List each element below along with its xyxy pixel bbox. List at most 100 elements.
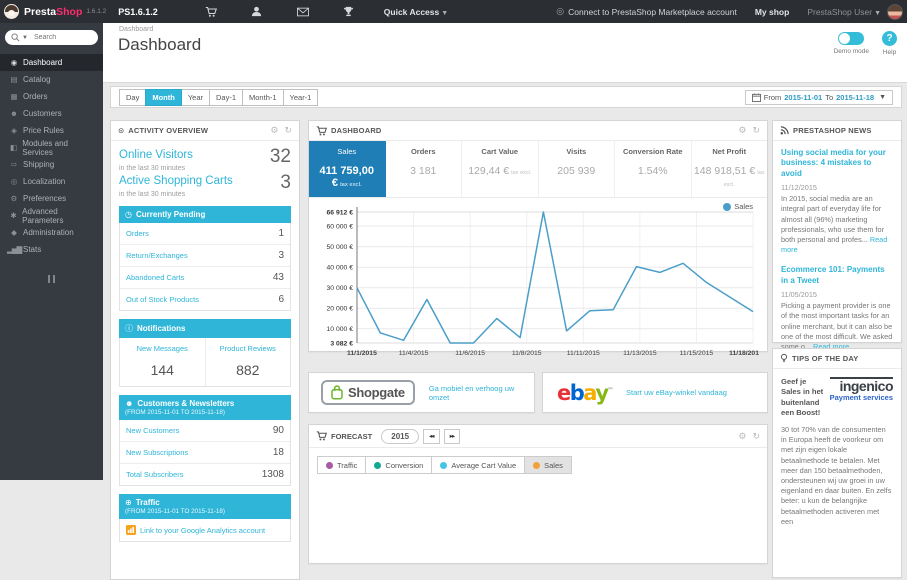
ebay-link[interactable]: Start uw eBay-winkel vandaag <box>626 388 727 397</box>
total-subscribers-link[interactable]: Total Subscribers <box>126 470 184 479</box>
search-scope-caret-icon[interactable]: ▼ <box>22 35 28 41</box>
shopgate-ad[interactable]: Shopgate Ga mobiel en verhoog uw omzet <box>308 372 535 413</box>
sidebar-item-preferences[interactable]: ⚙ Preferences <box>0 190 103 207</box>
quick-access-menu[interactable]: Quick Access ▼ <box>384 7 448 17</box>
marketplace-link[interactable]: ◎ Connect to PrestaShop Marketplace accou… <box>556 6 737 17</box>
sidebar-item-stats[interactable]: ▂▅▇ Stats <box>0 241 103 258</box>
date-button-day[interactable]: Day <box>119 88 147 106</box>
product-reviews-cell[interactable]: Product Reviews 882 <box>206 338 291 386</box>
news-panel-title: PRESTASHOP NEWS <box>793 126 872 135</box>
globe-icon: ⊕ <box>125 498 132 507</box>
toggle-icon[interactable] <box>838 32 865 45</box>
tips-body-text: 30 tot 70% van de consumenten in Europa … <box>781 425 892 526</box>
shopgate-link[interactable]: Ga mobiel en verhoog uw omzet <box>429 384 534 402</box>
date-range-picker[interactable]: From 2015-11-01 To 2015-11-18 ▼ <box>744 89 893 105</box>
sidebar-item-modules[interactable]: ◧ Modules and Services <box>0 139 103 157</box>
sidebar-search[interactable]: ▼ <box>5 30 98 45</box>
legend-button-conversion[interactable]: Conversion <box>365 456 433 474</box>
google-analytics-link[interactable]: Link to your Google Analytics account <box>140 526 265 535</box>
page-title: Dashboard <box>118 35 202 54</box>
kpi-tab-conversion-rate[interactable]: Conversion Rate 1.54% <box>615 141 692 197</box>
forecast-next-button[interactable]: ▸▸ <box>443 428 461 444</box>
activity-overview-panel: ⊙ ACTIVITY OVERVIEW ⚙ ↻ Online Visitors 3… <box>110 120 300 580</box>
tips-panel-title: TIPS OF THE DAY <box>792 354 859 363</box>
messages-icon[interactable] <box>280 6 326 17</box>
returns-link[interactable]: Return/Exchanges <box>126 251 188 260</box>
sidebar-item-catalog[interactable]: ▤ Catalog <box>0 71 103 88</box>
svg-text:30 000 €: 30 000 € <box>327 285 354 292</box>
ebay-logo: ebay™ <box>557 380 613 405</box>
news-article-title[interactable]: Using social media for your business: 4 … <box>781 148 893 179</box>
chart-legend[interactable]: Sales <box>723 202 753 211</box>
topbar-right: ◎ Connect to PrestaShop Marketplace accou… <box>556 3 907 20</box>
date-button-year-1[interactable]: Year-1 <box>282 88 319 106</box>
currently-pending-header: ◷ Currently Pending <box>119 206 291 223</box>
brand-presta: Presta <box>24 5 57 18</box>
page-header: Dashboard Dashboard Demo mode ? Help <box>103 23 907 83</box>
orders-link[interactable]: Orders <box>126 229 149 238</box>
sidebar-item-orders[interactable]: ▦ Orders <box>0 88 103 105</box>
new-customers-link[interactable]: New Customers <box>126 426 179 435</box>
refresh-icon[interactable]: ↻ <box>752 125 760 136</box>
kpi-tab-cart-value[interactable]: Cart Value 129,44 € tax excl. <box>462 141 539 197</box>
date-button-month[interactable]: Month <box>145 88 182 106</box>
forecast-prev-button[interactable]: ◂◂ <box>423 428 440 444</box>
new-messages-cell[interactable]: New Messages 144 <box>120 338 206 386</box>
avatar[interactable] <box>887 3 903 20</box>
customers-row: New Customers 90 <box>120 420 290 442</box>
out-of-stock-link[interactable]: Out of Stock Products <box>126 295 199 304</box>
user-menu[interactable]: PrestaShop User ▼ <box>807 7 881 17</box>
modules-icon: ◧ <box>10 143 17 152</box>
sidebar-item-customers[interactable]: ☻ Customers <box>0 105 103 122</box>
svg-text:50 000 €: 50 000 € <box>327 244 354 251</box>
gear-icon[interactable]: ⚙ <box>738 125 746 136</box>
search-input[interactable] <box>31 33 86 42</box>
sidebar-item-price-rules[interactable]: ◈ Price Rules <box>0 122 103 139</box>
news-article-title[interactable]: Ecommerce 101: Payments in a Tweet <box>781 265 893 286</box>
sidebar: ▼ ◉Dashboard ▤Catalog ▦Orders ☻Customers… <box>0 23 103 480</box>
my-shop-link[interactable]: My shop <box>755 7 789 17</box>
chevron-down-icon: ▼ <box>441 9 449 17</box>
sidebar-item-advanced-parameters[interactable]: ✱ Advanced Parameters <box>0 207 103 225</box>
new-subscriptions-link[interactable]: New Subscriptions <box>126 448 188 457</box>
kpi-tab-orders[interactable]: Orders 3 181 <box>386 141 462 197</box>
legend-button-sales[interactable]: Sales <box>524 456 572 474</box>
trophy-icon[interactable] <box>326 6 372 17</box>
sidebar-item-localization[interactable]: ◎ Localization <box>0 173 103 190</box>
legend-button-average-cart-value[interactable]: Average Cart Value <box>431 456 526 474</box>
customer-icon[interactable] <box>234 6 280 17</box>
online-visitors-link[interactable]: Online Visitors <box>119 149 193 161</box>
gear-icon[interactable]: ⚙ <box>270 125 278 136</box>
catalog-icon: ▤ <box>10 75 17 84</box>
date-button-year[interactable]: Year <box>180 88 210 106</box>
prestashop-logo[interactable]: Presta Shop 1.6.1.2 PS1.6.1.2 <box>4 4 158 19</box>
active-carts-link[interactable]: Active Shopping Carts <box>119 175 233 187</box>
abandoned-carts-link[interactable]: Abandoned Carts <box>126 273 184 282</box>
shipping-icon: ⇨ <box>10 160 17 169</box>
sidebar-item-dashboard[interactable]: ◉ Dashboard <box>0 54 103 71</box>
kpi-tab-net-profit[interactable]: Net Profit 148 918,51 € tax excl. <box>692 141 768 197</box>
kpi-tab-sales[interactable]: Sales 411 759,00 € tax excl. <box>309 141 386 197</box>
refresh-icon[interactable]: ↻ <box>284 125 292 136</box>
gear-icon[interactable]: ⚙ <box>738 431 746 442</box>
sidebar-item-administration[interactable]: ◆ Administration <box>0 224 103 241</box>
sidebar-item-shipping[interactable]: ⇨ Shipping <box>0 156 103 173</box>
localization-icon: ◎ <box>10 177 18 186</box>
calendar-icon <box>751 92 761 102</box>
refresh-icon[interactable]: ↻ <box>752 431 760 442</box>
date-button-month-1[interactable]: Month-1 <box>242 88 284 106</box>
date-button-day-1[interactable]: Day-1 <box>209 88 244 106</box>
shopgate-logo: Shopgate <box>321 380 415 405</box>
forecast-year[interactable]: 2015 <box>381 428 420 444</box>
legend-button-traffic[interactable]: Traffic <box>317 456 367 474</box>
kpi-tab-visits[interactable]: Visits 205 939 <box>539 141 615 197</box>
demo-mode-toggle[interactable]: Demo mode <box>834 30 869 56</box>
cart-icon[interactable] <box>188 6 234 18</box>
ebay-ad[interactable]: ebay™ Start uw eBay-winkel vandaag <box>542 372 768 413</box>
header-tools: Demo mode ? Help <box>834 30 897 56</box>
activity-icon: ⊙ <box>118 126 125 135</box>
google-analytics-icon <box>126 525 136 535</box>
svg-text:60 000 €: 60 000 € <box>327 224 354 231</box>
help-button[interactable]: ? Help <box>882 30 897 56</box>
sidebar-collapse-button[interactable] <box>0 270 103 288</box>
